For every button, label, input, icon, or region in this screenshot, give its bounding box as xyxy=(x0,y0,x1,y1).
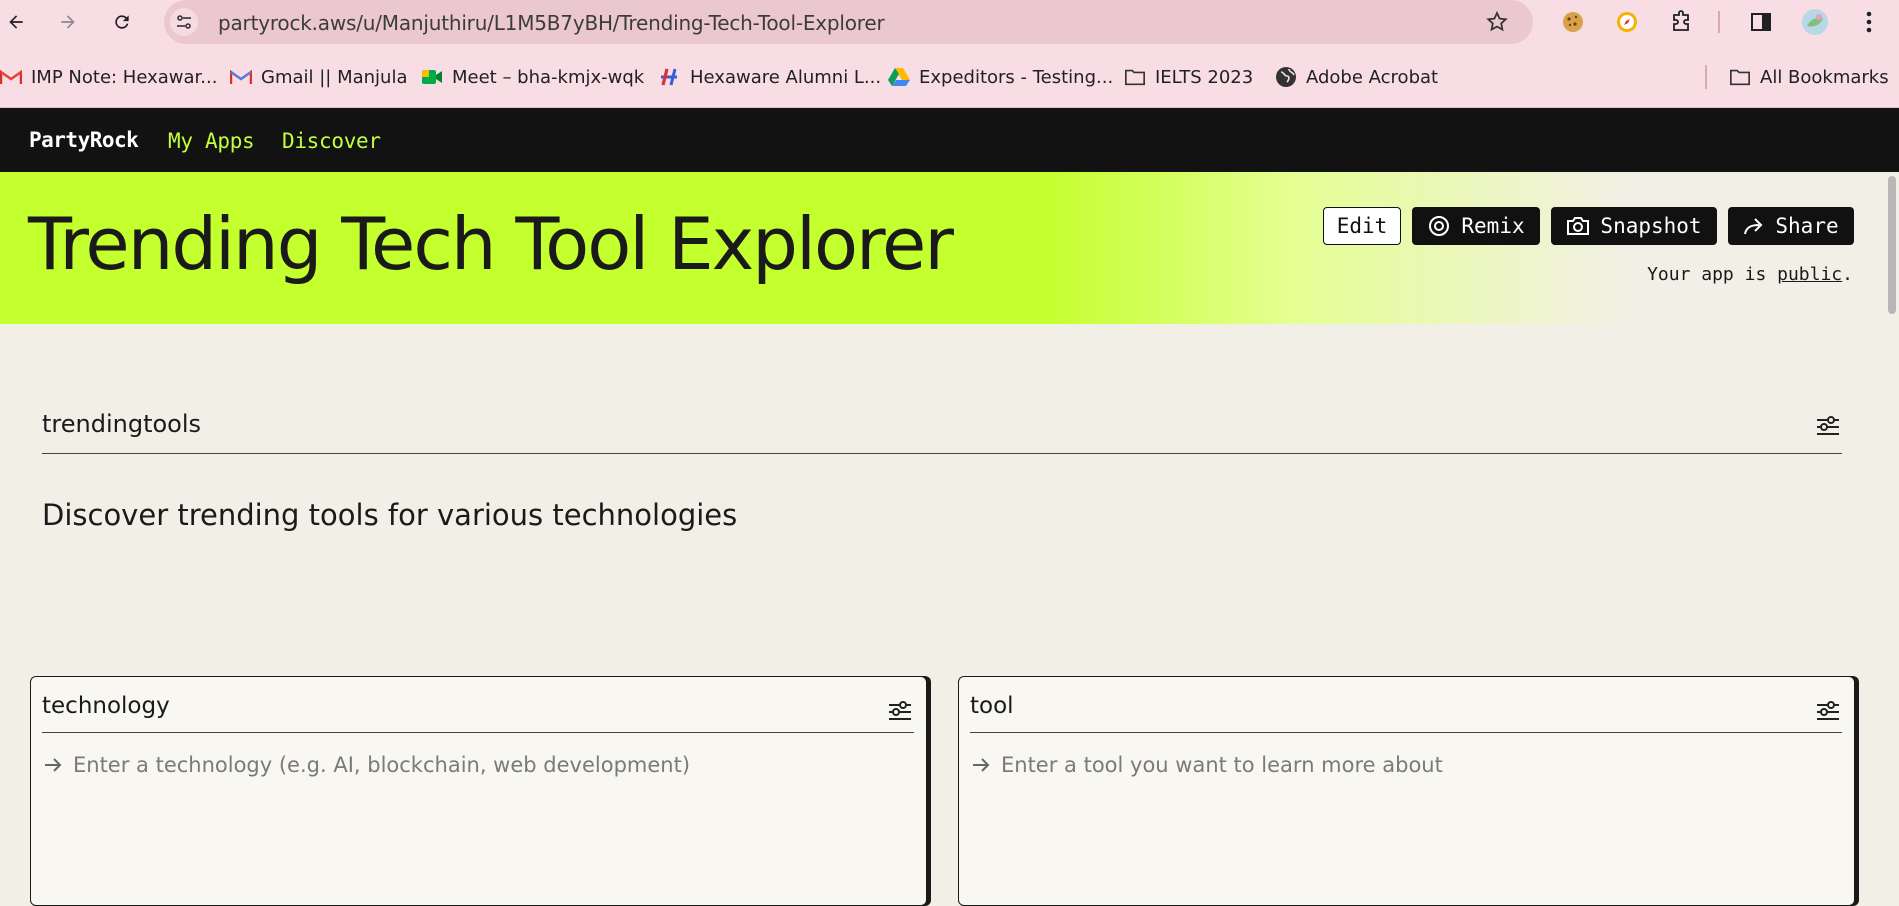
bookmarks-bar: IMP Note: Hexawar... Gmail || Manjula Me… xyxy=(0,44,1899,108)
hexaware-icon xyxy=(659,67,681,87)
page-title: Trending Tech Tool Explorer xyxy=(28,202,954,286)
bookmark-item[interactable]: Hexaware Alumni L... xyxy=(659,64,881,90)
bookmark-item[interactable]: IMP Note: Hexawar... xyxy=(0,64,217,90)
side-panel-icon[interactable] xyxy=(1746,7,1776,37)
visibility-prefix: Your app is xyxy=(1647,264,1778,285)
site-info-icon[interactable] xyxy=(170,8,198,36)
technology-input[interactable]: Enter a technology (e.g. AI, blockchain,… xyxy=(43,753,690,777)
bookmark-label: Adobe Acrobat xyxy=(1306,66,1439,88)
tool-widget: tool Enter a tool you want to learn more… xyxy=(958,676,1855,906)
snapshot-button[interactable]: Snapshot xyxy=(1551,207,1717,245)
menu-kebab-icon[interactable] xyxy=(1854,7,1884,37)
input-placeholder: Enter a tool you want to learn more abou… xyxy=(1001,753,1443,777)
app-header: Trending Tech Tool Explorer Edit Remix S… xyxy=(0,172,1899,324)
section-title: trendingtools xyxy=(42,410,202,438)
visibility-suffix: . xyxy=(1842,264,1853,285)
app-navbar: PartyRock My Apps Discover xyxy=(0,108,1899,172)
arrow-right-icon xyxy=(973,758,990,772)
bookmark-star-icon[interactable] xyxy=(1483,8,1511,36)
folder-icon xyxy=(1124,67,1146,87)
settings-sliders-icon[interactable] xyxy=(1814,697,1842,725)
bookmark-item[interactable]: Adobe Acrobat xyxy=(1275,64,1438,90)
reload-icon[interactable] xyxy=(106,6,138,38)
edit-label: Edit xyxy=(1336,214,1388,238)
visibility-status: Your app is public. xyxy=(1647,264,1853,285)
widget-title: tool xyxy=(970,693,1014,719)
cookie-extension-icon[interactable] xyxy=(1558,7,1588,37)
bookmark-item[interactable]: IELTS 2023 xyxy=(1124,64,1253,90)
widget-header: tool xyxy=(970,687,1842,733)
nav-discover[interactable]: Discover xyxy=(282,129,381,153)
all-bookmarks-label: All Bookmarks xyxy=(1760,66,1889,88)
nav-my-apps[interactable]: My Apps xyxy=(168,129,255,153)
share-arrow-icon xyxy=(1744,218,1763,235)
settings-sliders-icon[interactable] xyxy=(886,697,914,725)
bookmark-label: Gmail || Manjula xyxy=(261,66,408,88)
scrollbar-thumb[interactable] xyxy=(1888,176,1896,314)
bookmark-label: IELTS 2023 xyxy=(1155,66,1254,88)
all-bookmarks-button[interactable]: All Bookmarks xyxy=(1729,64,1889,90)
share-button[interactable]: Share xyxy=(1728,207,1854,245)
camera-icon xyxy=(1567,217,1590,235)
bookmark-label: Hexaware Alumni L... xyxy=(690,66,882,88)
bookmark-item[interactable]: Gmail || Manjula xyxy=(230,64,408,90)
globe-icon xyxy=(1275,67,1297,87)
widget-header: technology xyxy=(42,687,914,733)
remix-icon xyxy=(1429,216,1450,236)
gmail-icon xyxy=(230,67,252,87)
section-header: trendingtools xyxy=(42,398,1842,454)
bookmark-label: Expeditors - Testing... xyxy=(919,66,1114,88)
public-link[interactable]: public xyxy=(1777,264,1842,285)
extensions-puzzle-icon[interactable] xyxy=(1666,7,1696,37)
snapshot-label: Snapshot xyxy=(1600,214,1702,238)
bookmarks-divider xyxy=(1705,65,1707,89)
bookmark-item[interactable]: Expeditors - Testing... xyxy=(888,64,1113,90)
bookmark-label: Meet – bha-kmjx-wqk xyxy=(452,66,645,88)
folder-icon xyxy=(1729,67,1751,87)
toolbar-divider xyxy=(1718,11,1720,33)
share-label: Share xyxy=(1775,214,1839,238)
arrow-right-icon xyxy=(45,758,62,772)
widget-title: technology xyxy=(42,693,170,719)
settings-sliders-icon[interactable] xyxy=(1814,412,1842,440)
bookmark-item[interactable]: Meet – bha-kmjx-wqk xyxy=(421,64,644,90)
brand-logo[interactable]: PartyRock xyxy=(29,128,139,152)
url-text[interactable]: partyrock.aws/u/Manjuthiru/L1M5B7yBH/Tre… xyxy=(218,11,885,35)
drive-icon xyxy=(888,67,910,87)
remix-button[interactable]: Remix xyxy=(1412,207,1540,245)
compass-extension-icon[interactable] xyxy=(1612,7,1642,37)
input-placeholder: Enter a technology (e.g. AI, blockchain,… xyxy=(73,753,691,777)
bookmark-label: IMP Note: Hexawar... xyxy=(31,66,218,88)
forward-icon[interactable] xyxy=(52,6,84,38)
remix-label: Remix xyxy=(1461,214,1525,238)
edit-button[interactable]: Edit xyxy=(1323,207,1401,245)
app-description: Discover trending tools for various tech… xyxy=(42,498,738,532)
meet-icon xyxy=(421,67,443,87)
technology-widget: technology Enter a technology (e.g. AI, … xyxy=(30,676,927,906)
gmail-icon xyxy=(0,67,22,87)
tool-input[interactable]: Enter a tool you want to learn more abou… xyxy=(971,753,1443,777)
back-icon[interactable] xyxy=(0,6,32,38)
profile-avatar-icon[interactable] xyxy=(1800,7,1830,37)
browser-toolbar: partyrock.aws/u/Manjuthiru/L1M5B7yBH/Tre… xyxy=(0,0,1899,44)
